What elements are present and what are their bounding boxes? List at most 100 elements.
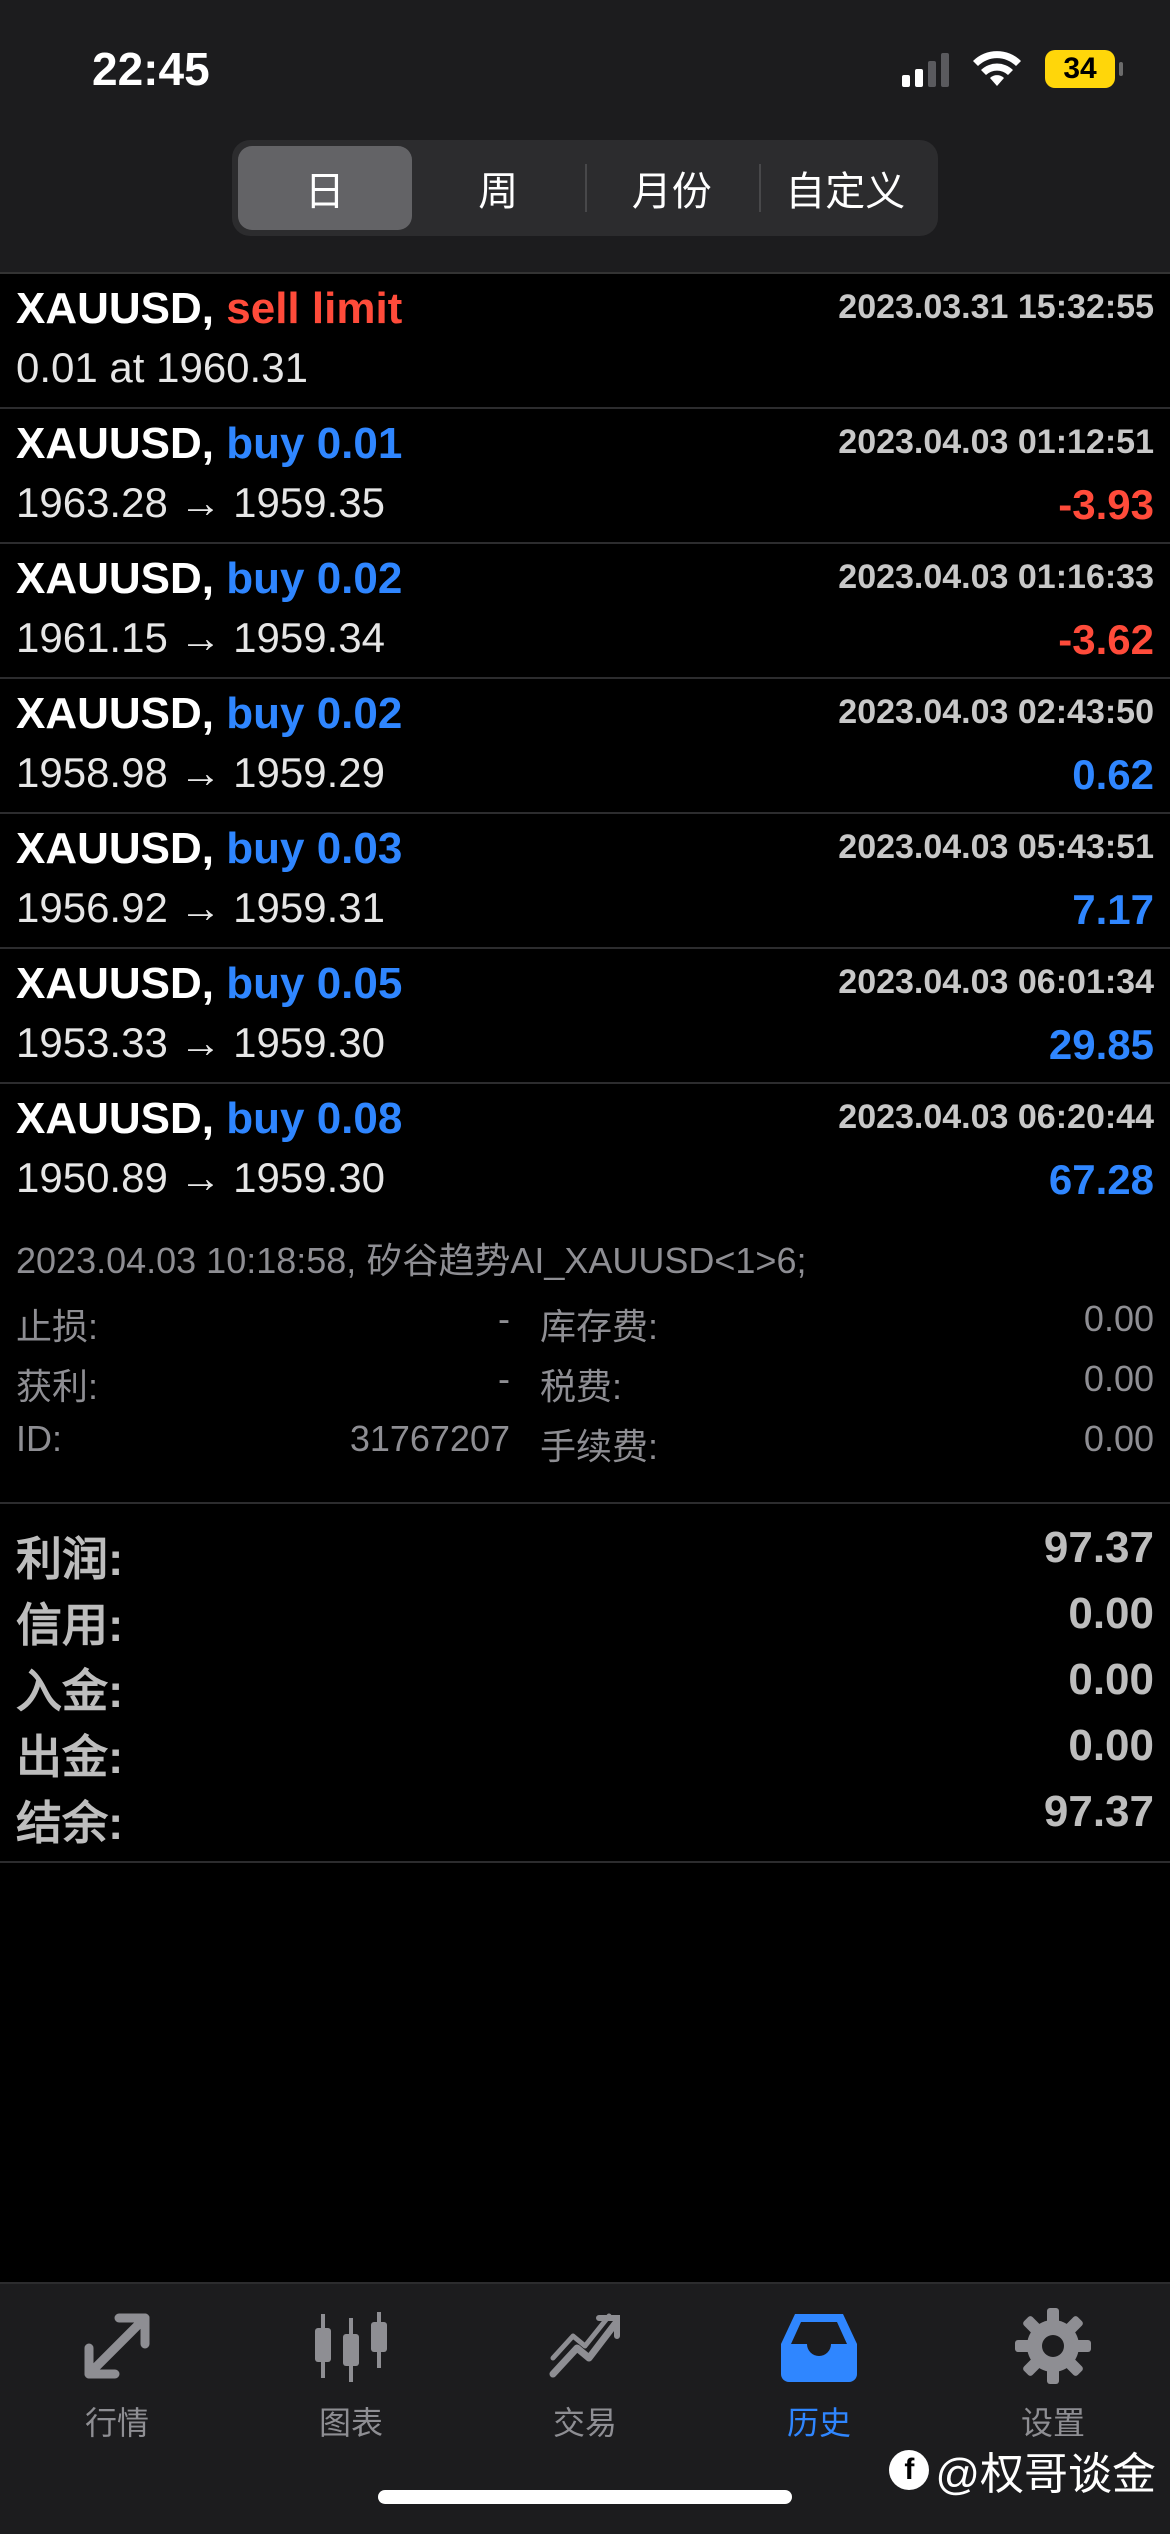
summary-label: 结余: — [16, 1797, 124, 1849]
trade-row[interactable]: XAUUSD, buy 0.02 2023.04.03 01:16:33 196… — [0, 544, 1170, 679]
trade-row[interactable]: XAUUSD, buy 0.08 2023.04.03 06:20:44 195… — [0, 1084, 1170, 1217]
trade-prices: 0.01 at 1960.31 — [16, 344, 308, 391]
period-header: 日 周 月份 自定义 — [0, 140, 1170, 274]
trade-symbol: XAUUSD, — [16, 959, 215, 1008]
trade-symbol: XAUUSD, — [16, 824, 215, 873]
stop-loss-label: 止损: — [16, 1306, 99, 1347]
take-profit-value: - — [498, 1358, 510, 1399]
trade-timestamp: 2023.04.03 05:43:51 — [838, 828, 1154, 866]
status-icons: 34 — [902, 50, 1123, 88]
summary-row-deposit: 入金: 0.00 — [0, 1655, 1170, 1721]
order-id-value: 31767207 — [349, 1418, 510, 1459]
summary-value: 0.00 — [1068, 1721, 1154, 1770]
summary-row-balance: 结余: 97.37 — [0, 1787, 1170, 1853]
trade-timestamp: 2023.04.03 01:12:51 — [838, 423, 1154, 461]
tab-settings[interactable]: 设置 — [936, 2304, 1170, 2454]
take-profit-label: 获利: — [16, 1366, 99, 1407]
trade-timestamp: 2023.04.03 01:16:33 — [838, 558, 1154, 596]
commission-value: 0.00 — [1083, 1418, 1154, 1459]
summary-row-profit: 利润: 97.37 — [0, 1523, 1170, 1589]
battery-icon: 34 — [1045, 50, 1123, 88]
tab-label: 行情 — [84, 2405, 149, 2441]
tax-label: 税费: — [540, 1366, 623, 1407]
watermark-logo-icon: f — [889, 2450, 930, 2490]
summary-label: 信用: — [16, 1599, 124, 1651]
summary-value: 97.37 — [1043, 1787, 1154, 1836]
status-bar: 22:45 34 — [0, 0, 1170, 140]
trade-history-list: XAUUSD, sell limit 2023.03.31 15:32:55 0… — [0, 274, 1170, 1217]
trade-symbol: XAUUSD, — [16, 419, 215, 468]
trade-trend-icon — [549, 2313, 620, 2378]
swap-value: 0.00 — [1083, 1298, 1154, 1339]
detail-row: 获利: - 税费: 0.00 — [0, 1358, 1170, 1414]
trade-action: buy 0.08 — [226, 1094, 403, 1143]
status-time: 22:45 — [92, 43, 210, 95]
trade-timestamp: 2023.04.03 02:43:50 — [838, 693, 1154, 731]
trade-row[interactable]: XAUUSD, buy 0.03 2023.04.03 05:43:51 195… — [0, 814, 1170, 949]
trade-row[interactable]: XAUUSD, buy 0.02 2023.04.03 02:43:50 195… — [0, 679, 1170, 814]
trade-action: buy 0.03 — [226, 824, 403, 873]
trade-action: buy 0.02 — [226, 554, 403, 603]
trade-symbol: XAUUSD, — [16, 689, 215, 738]
trade-action: buy 0.05 — [226, 959, 403, 1008]
trade-row[interactable]: XAUUSD, sell limit 2023.03.31 15:32:55 0… — [0, 274, 1170, 409]
trade-profit: 67.28 — [1048, 1156, 1154, 1203]
trade-timestamp: 2023.04.03 06:01:34 — [838, 963, 1154, 1001]
trade-profit: -3.62 — [1058, 616, 1154, 663]
commission-label: 手续费: — [540, 1426, 659, 1467]
trade-symbol: XAUUSD, — [16, 1094, 215, 1143]
summary-row-credit: 信用: 0.00 — [0, 1589, 1170, 1655]
tab-label: 历史 — [786, 2405, 851, 2441]
watermark: f @权哥谈金 — [889, 2438, 1156, 2502]
trade-action: sell limit — [226, 284, 403, 333]
account-summary: 利润: 97.37 信用: 0.00 入金: 0.00 出金: 0.00 结余:… — [0, 1505, 1170, 1863]
trade-action: buy 0.02 — [226, 689, 403, 738]
tab-label: 交易 — [552, 2405, 617, 2441]
home-indicator[interactable] — [378, 2490, 792, 2504]
summary-value: 97.37 — [1043, 1523, 1154, 1572]
wifi-icon — [973, 51, 1021, 86]
trade-profit: 29.85 — [1048, 1021, 1154, 1068]
trade-prices: 1956.92 → 1959.31 — [16, 884, 385, 931]
watermark-text: @权哥谈金 — [935, 2450, 1156, 2499]
trade-symbol: XAUUSD, — [16, 284, 215, 333]
period-segmented-control: 日 周 月份 自定义 — [232, 140, 938, 236]
segment-week[interactable]: 周 — [412, 146, 586, 230]
trade-profit: -3.93 — [1058, 481, 1154, 528]
candlestick-chart-icon — [315, 2312, 387, 2382]
swap-label: 库存费: — [540, 1306, 659, 1347]
trade-prices: 1958.98 → 1959.29 — [16, 749, 385, 796]
trade-prices: 1963.28 → 1959.35 — [16, 479, 385, 526]
segment-custom[interactable]: 自定义 — [758, 146, 933, 230]
segment-day[interactable]: 日 — [238, 146, 412, 230]
trade-prices: 1950.89 → 1959.30 — [16, 1154, 385, 1201]
tab-charts[interactable]: 图表 — [234, 2304, 468, 2454]
tab-history[interactable]: 历史 — [702, 2304, 936, 2454]
trade-row[interactable]: XAUUSD, buy 0.05 2023.04.03 06:01:34 195… — [0, 949, 1170, 1084]
tab-quotes[interactable]: 行情 — [0, 2304, 234, 2454]
summary-label: 出金: — [16, 1731, 124, 1783]
gear-icon — [1015, 2308, 1091, 2384]
summary-label: 利润: — [16, 1533, 124, 1585]
summary-value: 0.00 — [1068, 1589, 1154, 1638]
stop-loss-value: - — [498, 1298, 510, 1339]
trade-prices: 1953.33 → 1959.30 — [16, 1019, 385, 1066]
trade-comment: 2023.04.03 10:18:58, 矽谷趋势AI_XAUUSD<1>6; — [16, 1240, 807, 1281]
summary-label: 入金: — [16, 1665, 124, 1717]
cellular-signal-icon — [902, 51, 949, 87]
detail-row: ID: 31767207 手续费: 0.00 — [0, 1418, 1170, 1474]
summary-row-withdrawal: 出金: 0.00 — [0, 1721, 1170, 1787]
trade-profit: 0.62 — [1072, 751, 1154, 798]
trade-timestamp: 2023.04.03 06:20:44 — [838, 1098, 1154, 1136]
trade-timestamp: 2023.03.31 15:32:55 — [838, 288, 1154, 326]
trade-row[interactable]: XAUUSD, buy 0.01 2023.04.03 01:12:51 196… — [0, 409, 1170, 544]
quotes-arrows-icon — [84, 2313, 150, 2379]
tab-trade[interactable]: 交易 — [468, 2304, 702, 2454]
segment-month[interactable]: 月份 — [585, 146, 759, 230]
summary-value: 0.00 — [1068, 1655, 1154, 1704]
tax-value: 0.00 — [1083, 1358, 1154, 1399]
trade-detail-panel: 2023.04.03 10:18:58, 矽谷趋势AI_XAUUSD<1>6; … — [0, 1222, 1170, 1504]
tab-label: 图表 — [318, 2405, 383, 2441]
inbox-history-icon — [781, 2314, 857, 2382]
detail-row: 止损: - 库存费: 0.00 — [0, 1298, 1170, 1354]
